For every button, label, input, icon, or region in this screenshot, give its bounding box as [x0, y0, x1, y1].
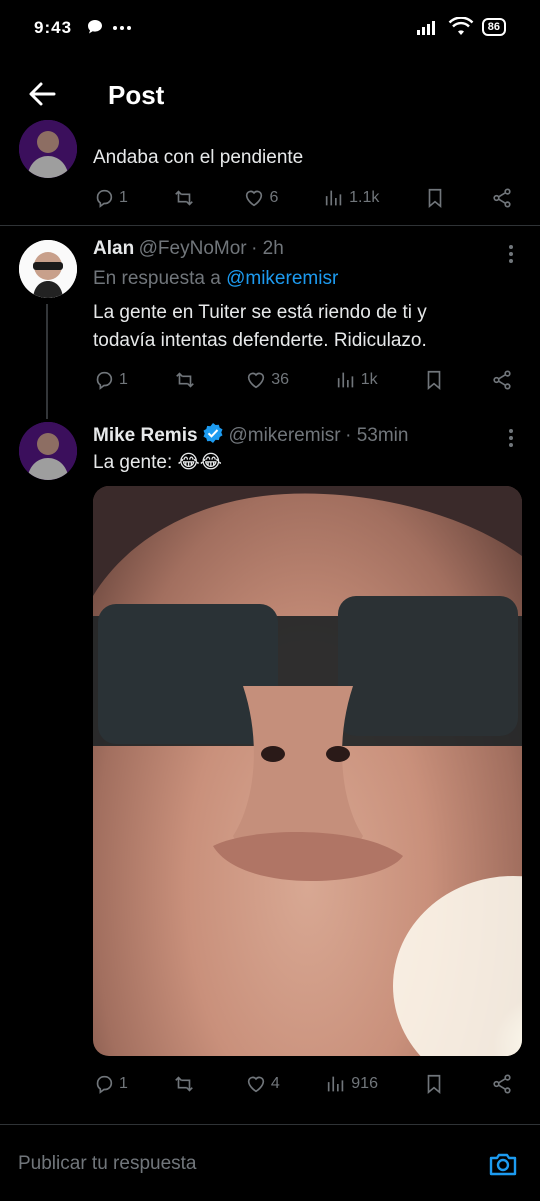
views-button[interactable]: 916	[325, 1073, 378, 1095]
like-button[interactable]: 6	[243, 187, 278, 209]
reply-icon	[96, 1075, 113, 1094]
author-name[interactable]: Alan	[93, 238, 134, 259]
reply-icon	[96, 189, 113, 208]
tweet-time: · 2h	[251, 238, 284, 259]
tweet-time: · 53min	[345, 425, 409, 446]
avatar[interactable]	[19, 120, 77, 178]
reply-to-link[interactable]: @mikeremisr	[226, 268, 338, 289]
avatar-image	[19, 240, 77, 298]
reply-count: 1	[119, 189, 128, 206]
author-handle[interactable]: @mikeremisr	[228, 425, 340, 446]
page-title: Post	[108, 80, 165, 110]
bookmark-icon	[427, 370, 441, 391]
bookmark-button[interactable]	[423, 369, 445, 391]
author-handle[interactable]: @FeyNoMor	[139, 238, 247, 259]
reply-input[interactable]: Publicar tu respuesta	[18, 1153, 197, 1175]
views-button[interactable]: 1.1k	[323, 187, 379, 209]
views-count: 1k	[360, 371, 378, 388]
share-button[interactable]	[491, 187, 513, 209]
status-bar: 9:43 86	[0, 0, 540, 60]
tweet-actions: 1 6 1.1k	[93, 185, 513, 211]
avatar-image	[19, 120, 77, 178]
reply-button[interactable]: 1	[93, 187, 128, 209]
share-icon	[493, 188, 511, 208]
verified-badge-icon	[203, 423, 223, 443]
bookmark-icon	[428, 188, 442, 209]
like-count: 6	[269, 189, 279, 206]
bookmark-icon	[428, 1074, 441, 1095]
face-photo-image	[93, 486, 522, 1056]
notification-icons	[86, 18, 132, 36]
tweet-actions: 1 4 916	[93, 1071, 513, 1097]
back-arrow-icon[interactable]	[26, 78, 58, 110]
tweet-text: La gente en Tuiter se está riendo de ti …	[93, 302, 427, 351]
share-button[interactable]	[491, 1073, 513, 1095]
retweet-icon	[175, 372, 194, 388]
share-button[interactable]	[491, 369, 513, 391]
tweet-text: La gente: 😂😂	[93, 452, 222, 473]
retweet-button[interactable]	[173, 187, 199, 209]
avatar[interactable]	[19, 240, 77, 298]
heart-icon	[248, 372, 265, 389]
views-icon	[337, 372, 353, 388]
tweet-header: Alan @FeyNoMor · 2h	[93, 238, 284, 260]
author-name[interactable]: Mike Remis	[93, 425, 198, 446]
reply-icon	[96, 371, 113, 390]
views-button[interactable]: 1k	[335, 369, 378, 391]
reply-context: En respuesta a @mikeremisr	[93, 268, 338, 290]
reply-bar: Publicar tu respuesta	[0, 1124, 540, 1201]
share-icon	[493, 370, 511, 390]
retweet-icon	[175, 1076, 194, 1092]
tweet-header: Mike Remis @mikeremisr · 53min	[93, 422, 408, 447]
views-count: 1.1k	[349, 189, 380, 206]
thread-line	[46, 304, 48, 419]
heart-icon	[246, 190, 263, 207]
chat-bubble-icon	[88, 20, 102, 34]
reply-button[interactable]: 1	[93, 369, 128, 391]
retweet-button[interactable]	[173, 1073, 199, 1095]
like-button[interactable]: 4	[245, 1073, 280, 1095]
more-options-icon[interactable]	[508, 242, 514, 266]
bookmark-button[interactable]	[424, 187, 446, 209]
reply-count: 1	[119, 1075, 128, 1092]
tweet-actions: 1 36 1k	[93, 367, 513, 393]
battery-indicator: 86	[481, 18, 506, 36]
reply-button[interactable]: 1	[93, 1073, 128, 1095]
tweet-alan[interactable]: Alan @FeyNoMor · 2h En respuesta a @mike…	[0, 226, 540, 419]
like-count: 4	[270, 1075, 280, 1092]
views-icon	[328, 1076, 344, 1092]
reply-prefix: En respuesta a	[93, 268, 221, 289]
retweet-button[interactable]	[174, 369, 200, 391]
bookmark-button[interactable]	[423, 1073, 445, 1095]
wifi-icon	[448, 17, 474, 35]
tweet-prev[interactable]: Andaba con el pendiente 1 6 1.1k	[0, 120, 540, 225]
heart-icon	[247, 1076, 265, 1093]
reply-count: 1	[119, 371, 128, 388]
more-notifications-icon	[113, 26, 131, 30]
camera-icon[interactable]	[488, 1149, 518, 1179]
tweet-text: Andaba con el pendiente	[93, 147, 304, 168]
avatar-image	[19, 422, 77, 480]
page-header: Post	[0, 60, 540, 130]
more-options-icon[interactable]	[508, 426, 514, 450]
retweet-icon	[174, 190, 193, 206]
like-count: 36	[271, 371, 290, 388]
views-icon	[325, 190, 342, 206]
like-button[interactable]: 36	[245, 369, 289, 391]
signal-icon	[416, 21, 435, 35]
avatar[interactable]	[19, 422, 77, 480]
views-count: 916	[351, 1075, 378, 1092]
tweet-photo[interactable]	[93, 486, 522, 1056]
share-icon	[493, 1074, 511, 1094]
status-time: 9:43	[34, 18, 73, 37]
